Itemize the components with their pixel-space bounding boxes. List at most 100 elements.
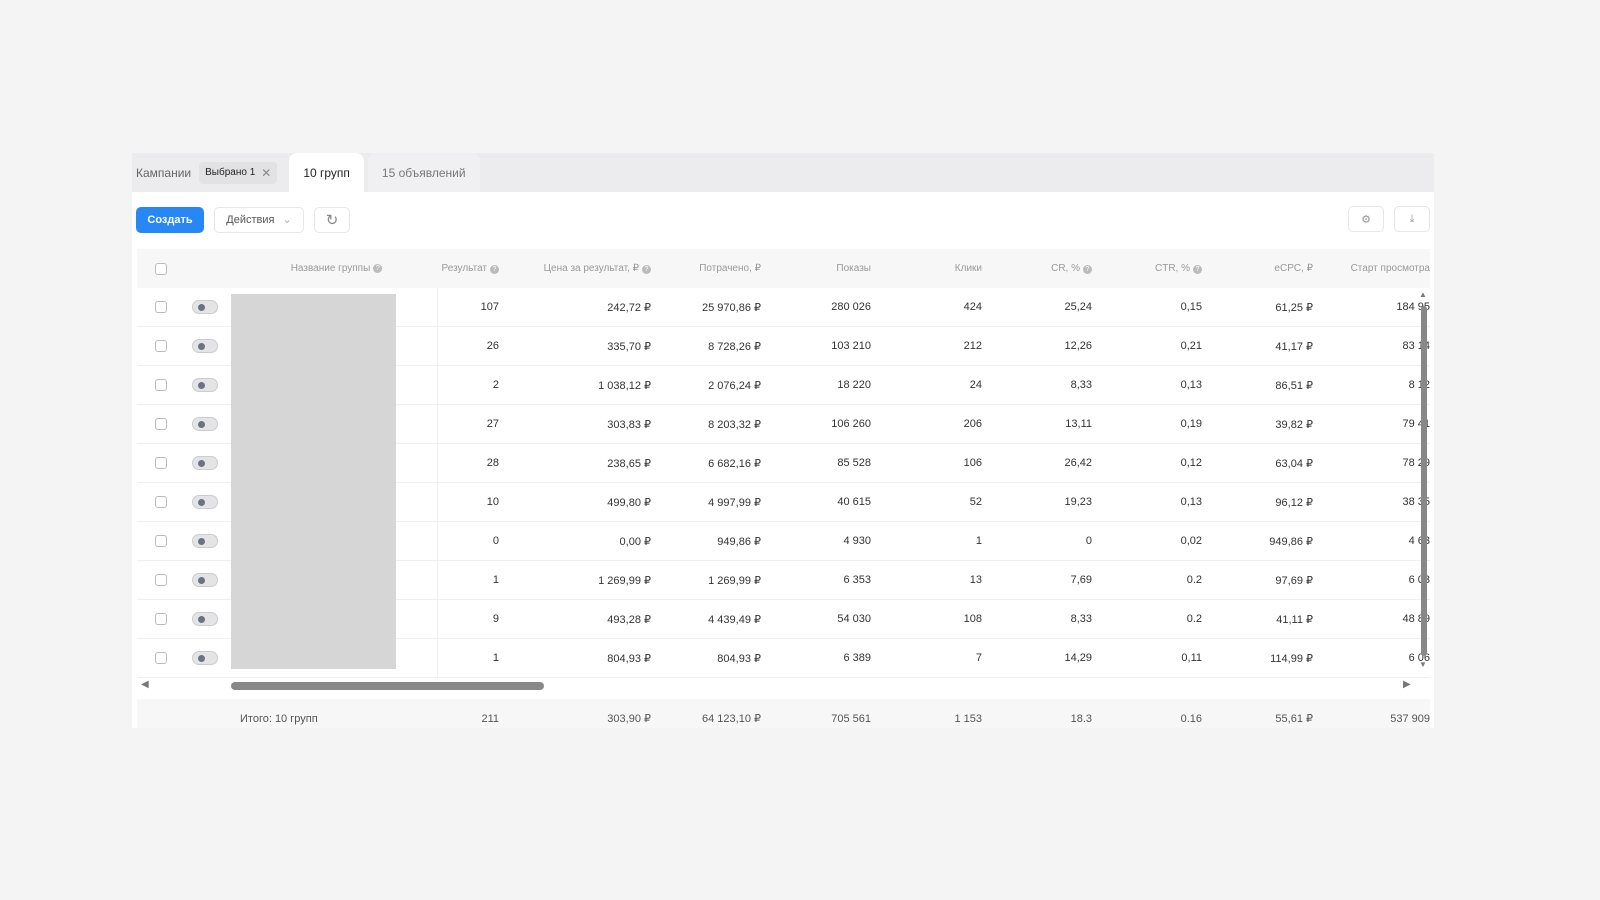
table-cell: 10: [486, 496, 499, 508]
column-header[interactable]: CTR, %?: [1098, 263, 1208, 274]
row-checkbox[interactable]: [155, 574, 167, 587]
table-cell: 206: [963, 418, 982, 430]
status-toggle[interactable]: [192, 573, 218, 587]
table-cell: 25,24: [1064, 301, 1092, 313]
table-cell: 949,86 ₽: [1269, 535, 1313, 548]
table-cell: 8,33: [1070, 613, 1092, 625]
select-all-checkbox[interactable]: [155, 262, 167, 275]
scroll-left-icon[interactable]: ◀: [141, 679, 149, 690]
table-cell: 335,70 ₽: [607, 340, 651, 353]
row-checkbox[interactable]: [155, 535, 167, 548]
table-cell: 40 615: [837, 496, 871, 508]
help-icon[interactable]: ?: [1193, 265, 1202, 274]
refresh-button[interactable]: ↻: [314, 206, 350, 233]
table-cell: 0: [1085, 535, 1092, 547]
help-icon[interactable]: ?: [490, 265, 499, 274]
column-header-label: Цена за результат, ₽: [543, 263, 639, 274]
status-toggle[interactable]: [192, 378, 218, 392]
settings-button[interactable]: ⚙: [1348, 206, 1384, 232]
table-cell: 61,25 ₽: [1275, 301, 1313, 314]
row-checkbox[interactable]: [155, 301, 167, 314]
column-header[interactable]: Название группы: [291, 263, 371, 274]
column-header[interactable]: eCPC, ₽: [1208, 263, 1319, 274]
tab-campaigns[interactable]: Кампании: [132, 166, 199, 180]
row-checkbox[interactable]: [155, 613, 167, 626]
scroll-down-icon[interactable]: ▼: [1419, 660, 1427, 669]
row-checkbox[interactable]: [155, 457, 167, 470]
close-icon[interactable]: ✕: [261, 166, 271, 180]
status-toggle[interactable]: [192, 456, 218, 470]
help-icon[interactable]: ?: [1083, 265, 1092, 274]
table-cell: 424: [963, 301, 982, 313]
column-header[interactable]: Цена за результат, ₽?: [505, 263, 657, 274]
tab-groups[interactable]: 10 групп: [289, 153, 364, 192]
table-cell: 2 076,24 ₽: [708, 379, 761, 392]
row-checkbox[interactable]: [155, 418, 167, 431]
status-toggle[interactable]: [192, 534, 218, 548]
status-toggle[interactable]: [192, 339, 218, 353]
status-toggle[interactable]: [192, 495, 218, 509]
table-cell: 280 026: [831, 301, 871, 313]
row-checkbox[interactable]: [155, 652, 167, 665]
horizontal-scrollbar[interactable]: ◀ ▶: [137, 679, 1430, 693]
column-header-label: CTR, %: [1155, 263, 1190, 274]
table-cell: 238,65 ₽: [607, 457, 651, 470]
table-cell: 106: [963, 457, 982, 469]
table-cell: 63,04 ₽: [1275, 457, 1313, 470]
totals-row: Итого: 10 групп 211 303,90 ₽ 64 123,10 ₽ 705…: [137, 699, 1430, 728]
table-cell: 85 528: [837, 457, 871, 469]
status-toggle[interactable]: [192, 651, 218, 665]
help-icon[interactable]: ?: [373, 264, 383, 273]
scroll-right-icon[interactable]: ▶: [1403, 679, 1411, 690]
column-header-label: Показы: [836, 263, 871, 274]
column-header[interactable]: Потрачено, ₽: [657, 263, 767, 274]
table-cell: 1 038,12 ₽: [598, 379, 651, 392]
table-cell: 6 389: [843, 652, 871, 664]
scroll-up-icon[interactable]: ▲: [1419, 290, 1427, 299]
help-icon[interactable]: ?: [642, 265, 651, 274]
table-cell: 949,86 ₽: [717, 535, 761, 548]
status-toggle[interactable]: [192, 300, 218, 314]
table-cell: 39,82 ₽: [1275, 418, 1313, 431]
row-checkbox[interactable]: [155, 496, 167, 509]
status-toggle[interactable]: [192, 417, 218, 431]
download-button[interactable]: ⤓: [1394, 206, 1430, 232]
table-cell: 114,99 ₽: [1270, 652, 1313, 665]
row-checkbox[interactable]: [155, 379, 167, 392]
table-cell: 25 970,86 ₽: [702, 301, 761, 314]
horizontal-scroll-thumb[interactable]: [231, 682, 544, 690]
column-header[interactable]: Клики: [877, 263, 988, 274]
vertical-scrollbar[interactable]: ▲ ▼: [1419, 290, 1428, 669]
status-toggle[interactable]: [192, 612, 218, 626]
table-cell: 41,17 ₽: [1275, 340, 1313, 353]
table-cell: 8 12: [1408, 379, 1430, 391]
table-cell: 26: [486, 340, 499, 352]
column-header[interactable]: Старт просмотра: [1319, 263, 1430, 274]
table-cell: 18 220: [837, 379, 871, 391]
vertical-scroll-thumb[interactable]: [1421, 306, 1427, 656]
column-header[interactable]: CR, %?: [988, 263, 1098, 274]
column-header[interactable]: Показы: [767, 263, 877, 274]
table-cell: 6 03: [1408, 574, 1430, 586]
table-cell: 4 63: [1408, 535, 1430, 547]
table-cell: 0,13: [1180, 496, 1202, 508]
table-cell: 24: [969, 379, 982, 391]
table-cell: 0,21: [1180, 340, 1202, 352]
total-cell: 705 561: [831, 712, 871, 725]
total-cell: 64 123,10 ₽: [702, 713, 761, 725]
row-checkbox[interactable]: [155, 340, 167, 353]
total-cell: 211: [481, 712, 499, 725]
total-cell: 303,90 ₽: [607, 713, 651, 725]
column-header[interactable]: Результат?: [438, 263, 505, 274]
table-cell: 0,11: [1181, 652, 1202, 664]
table-cell: 1 269,99 ₽: [708, 574, 761, 587]
table-cell: 9: [492, 613, 499, 625]
create-button[interactable]: Создать: [136, 206, 204, 233]
table-cell: 8 728,26 ₽: [708, 340, 761, 353]
tab-ads[interactable]: 15 объявлений: [367, 153, 480, 192]
table-cell: 13,11: [1065, 418, 1092, 430]
column-header-label: eCPC, ₽: [1274, 263, 1313, 274]
table-cell: 0,13: [1180, 379, 1202, 391]
table-cell: 0,12: [1180, 457, 1202, 469]
actions-dropdown[interactable]: Действия ⌄: [214, 206, 304, 233]
